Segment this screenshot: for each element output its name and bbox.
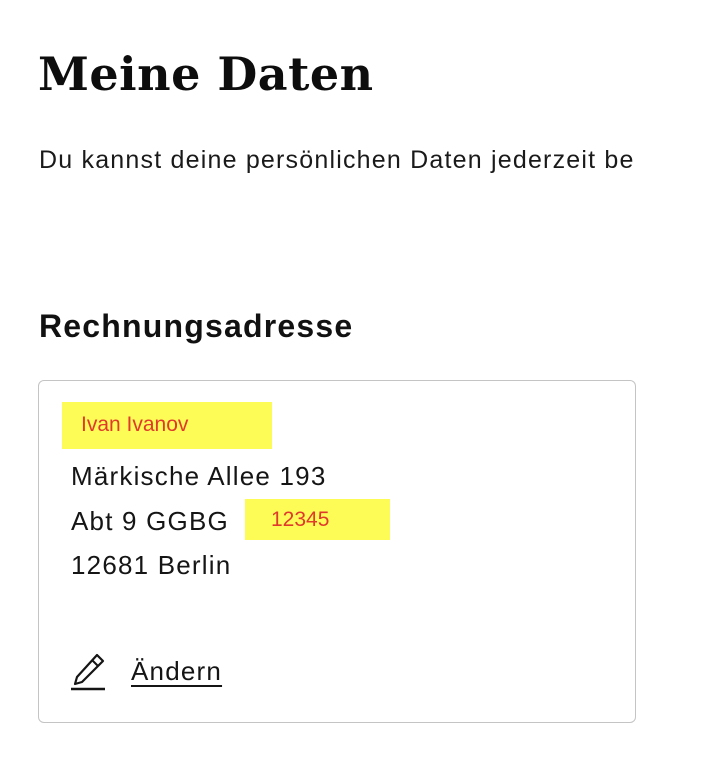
address-line-2-extra: 12345	[271, 508, 330, 531]
address-street: Märkische Allee 193	[71, 461, 327, 491]
pencil-icon	[69, 651, 107, 691]
edit-address-label[interactable]: Ändern	[131, 655, 222, 687]
address-line-2: Abt 9 GGBG	[71, 506, 229, 536]
billing-address-heading: Rechnungsadresse	[39, 308, 354, 344]
address-line-2-extra-highlight: 12345	[245, 499, 390, 540]
edit-address-button[interactable]: Ändern	[69, 651, 222, 691]
address-city: 12681 Berlin	[71, 550, 232, 580]
customer-name: Ivan Ivanov	[81, 413, 189, 436]
billing-address-card: Ivan Ivanov Märkische Allee 193 Abt 9 GG…	[38, 380, 636, 723]
page-title: Meine Daten	[38, 47, 374, 101]
intro-text: Du kannst deine persönlichen Daten jeder…	[39, 146, 635, 174]
customer-name-highlight: Ivan Ivanov	[62, 402, 272, 449]
